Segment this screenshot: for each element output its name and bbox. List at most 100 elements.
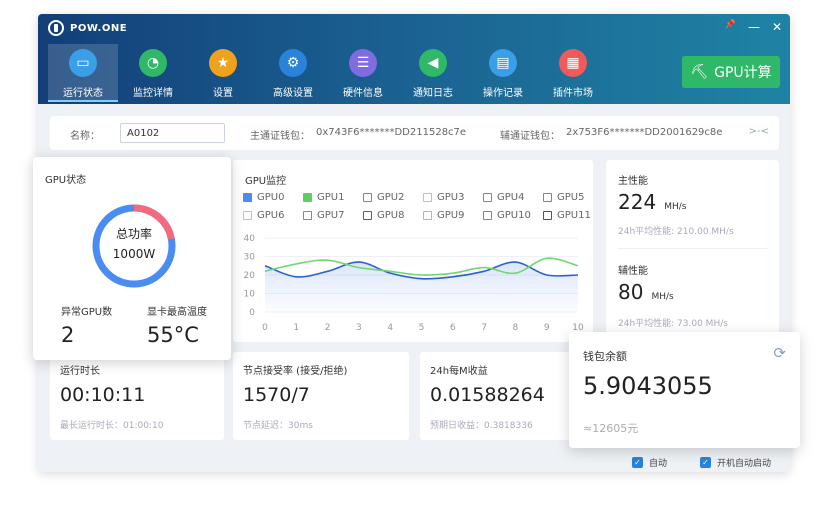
- y-tick-label: 40: [244, 234, 256, 244]
- abnormal-gpu-label: 异常GPU数: [61, 307, 113, 318]
- miner-info-bar: 名称： 主通证钱包： 0x743F6*******DD211528c7e 辅通证…: [50, 116, 779, 150]
- income-title: 24h每M收益: [430, 366, 488, 377]
- series-area-gpu0: [265, 262, 578, 312]
- main-perf-avg: 24h平均性能: 210.00 MH/s: [618, 227, 734, 237]
- logo: POW.ONE: [48, 20, 127, 36]
- minimize-icon[interactable]: —: [748, 20, 760, 34]
- x-tick-label: 9: [544, 323, 550, 333]
- nav-label: 硬件信息: [343, 88, 383, 99]
- nav-item-5[interactable]: ◀ 通知日志: [398, 44, 468, 102]
- name-input[interactable]: [120, 123, 225, 143]
- gauge-icon: ◔: [139, 49, 167, 77]
- income-card: 24h每M收益 0.01588264 预期日收益：0.3818336: [420, 352, 594, 440]
- runtime-card: 运行时长 00:10:11 最长运行时长：01:00:10: [50, 352, 224, 440]
- pin-icon[interactable]: 📌: [725, 20, 736, 34]
- window-controls: 📌 — ✕: [725, 20, 782, 34]
- abnormal-gpu-value: 2: [61, 323, 75, 347]
- collapse-icon[interactable]: >-<: [749, 126, 769, 137]
- nav-label: 插件市场: [553, 88, 593, 99]
- gear-icon: ⚙: [279, 49, 307, 77]
- wallet-card: 钱包余额 ⟳ 5.9043055 ≈12605元: [569, 332, 800, 448]
- gpu-status-title: GPU状态: [45, 175, 87, 186]
- node-card: 节点接受率 (接受/拒绝) 1570/7 节点延迟：30ms: [233, 352, 409, 440]
- nav-label: 运行状态: [63, 88, 103, 99]
- aux-wallet-value: 2x753F6*******DD2001629c8e: [566, 127, 723, 138]
- nav-label: 操作记录: [483, 88, 523, 99]
- title-bar: POW.ONE 📌 — ✕ ▭ 运行状态 ◔ 监控详情 ★ 设置 ⚙ 高级设置 ☰ 硬件信息 ◀ 通知…: [38, 14, 790, 104]
- y-tick-label: 0: [249, 308, 255, 318]
- grid-icon: ▦: [559, 49, 587, 77]
- monitor-icon: ▭: [69, 49, 97, 77]
- megaphone-icon: ◀: [419, 49, 447, 77]
- pickaxe-icon: ⛏: [690, 64, 709, 80]
- auto-label: 自动: [649, 459, 668, 469]
- close-icon[interactable]: ✕: [772, 20, 782, 34]
- aux-perf-unit: MH/s: [651, 292, 674, 302]
- auto-checkbox[interactable]: ✓ 自动: [632, 456, 667, 469]
- y-tick-label: 30: [244, 253, 256, 263]
- aux-perf-avg: 24h平均性能: 73.00 MH/s: [618, 319, 728, 329]
- main-perf-unit: MH/s: [664, 202, 687, 212]
- nav-item-3[interactable]: ⚙ 高级设置: [258, 44, 328, 102]
- x-tick-label: 4: [387, 323, 393, 333]
- main-wallet-label: 主通证钱包：: [250, 131, 310, 142]
- gpu-compute-label: GPU计算: [714, 65, 772, 81]
- runtime-value: 00:10:11: [60, 384, 146, 406]
- nav-item-7[interactable]: ▦ 插件市场: [538, 44, 608, 102]
- x-tick-label: 7: [481, 323, 487, 333]
- x-tick-label: 1: [293, 323, 299, 333]
- gpu-line-chart: 0102030400 1 2 3 4 5 6 7 8 9 10: [244, 234, 584, 333]
- wallet-title: 钱包余额: [583, 350, 627, 363]
- runtime-title: 运行时长: [60, 366, 100, 377]
- nav-label: 监控详情: [133, 88, 173, 99]
- nav-item-2[interactable]: ★ 设置: [188, 44, 258, 102]
- gpu-monitor-card: GPU监控 GPU0 GPU1 GPU2 GPU3 GPU4 GPU5 GPU6 GPU7 GP…: [233, 160, 593, 342]
- x-tick-label: 3: [356, 323, 362, 333]
- main-nav: ▭ 运行状态 ◔ 监控详情 ★ 设置 ⚙ 高级设置 ☰ 硬件信息 ◀ 通知日志 ▤ 操作记录 ▦ 插件市场: [48, 44, 608, 102]
- name-label: 名称：: [70, 131, 100, 142]
- autostart-checkbox[interactable]: ✓ 开机自动启动: [700, 456, 771, 469]
- logo-icon: [48, 20, 64, 36]
- medal-icon: ★: [209, 49, 237, 77]
- wallet-cny-value: ≈12605元: [583, 422, 639, 435]
- nav-item-6[interactable]: ▤ 操作记录: [468, 44, 538, 102]
- nav-label: 设置: [213, 88, 233, 99]
- refresh-icon[interactable]: ⟳: [773, 344, 786, 362]
- power-ring: [92, 204, 176, 288]
- aux-wallet-label: 辅通证钱包：: [500, 131, 560, 142]
- income-value: 0.01588264: [430, 384, 545, 406]
- x-tick-label: 2: [325, 323, 331, 333]
- x-tick-label: 8: [513, 323, 519, 333]
- node-latency: 节点延迟：30ms: [243, 421, 313, 431]
- power-label: 总功率: [115, 227, 152, 241]
- brand-name: POW.ONE: [70, 22, 128, 34]
- performance-card: 主性能 224 MH/s 24h平均性能: 210.00 MH/s 辅性能 80…: [606, 160, 779, 342]
- nav-item-1[interactable]: ◔ 监控详情: [118, 44, 188, 102]
- main-perf-title: 主性能: [618, 176, 648, 187]
- check-icon: ✓: [632, 457, 643, 468]
- check-icon: ✓: [700, 457, 711, 468]
- max-temp-label: 显卡最高温度: [147, 307, 207, 318]
- main-wallet-value: 0x743F6*******DD211528c7e: [316, 127, 467, 138]
- nav-item-0[interactable]: ▭ 运行状态: [48, 44, 118, 102]
- max-temp-value: 55°C: [147, 323, 199, 347]
- node-value: 1570/7: [243, 384, 310, 406]
- nav-label: 通知日志: [413, 88, 453, 99]
- main-perf-value: 224: [618, 190, 657, 214]
- server-icon: ☰: [349, 49, 377, 77]
- income-daily: 预期日收益：0.3818336: [430, 421, 533, 431]
- gpu-compute-button[interactable]: ⛏ GPU计算: [682, 56, 780, 88]
- document-icon: ▤: [489, 49, 517, 77]
- aux-perf-value: 80: [618, 280, 644, 304]
- gpu-status-card: GPU状态 总功率 1000W 异常GPU数 2 显卡最高温度 55°C: [33, 157, 231, 360]
- x-tick-label: 0: [262, 323, 268, 333]
- aux-perf-title: 辅性能: [618, 266, 648, 277]
- power-value: 1000W: [112, 247, 156, 261]
- status-bar: ✓ 自动 ✓ 开机自动启动: [38, 452, 790, 472]
- y-tick-label: 10: [244, 290, 256, 300]
- nav-label: 高级设置: [273, 88, 313, 99]
- autostart-label: 开机自动启动: [717, 459, 772, 469]
- nav-item-4[interactable]: ☰ 硬件信息: [328, 44, 398, 102]
- wallet-balance: 5.9043055: [583, 372, 713, 400]
- runtime-max: 最长运行时长：01:00:10: [60, 421, 164, 431]
